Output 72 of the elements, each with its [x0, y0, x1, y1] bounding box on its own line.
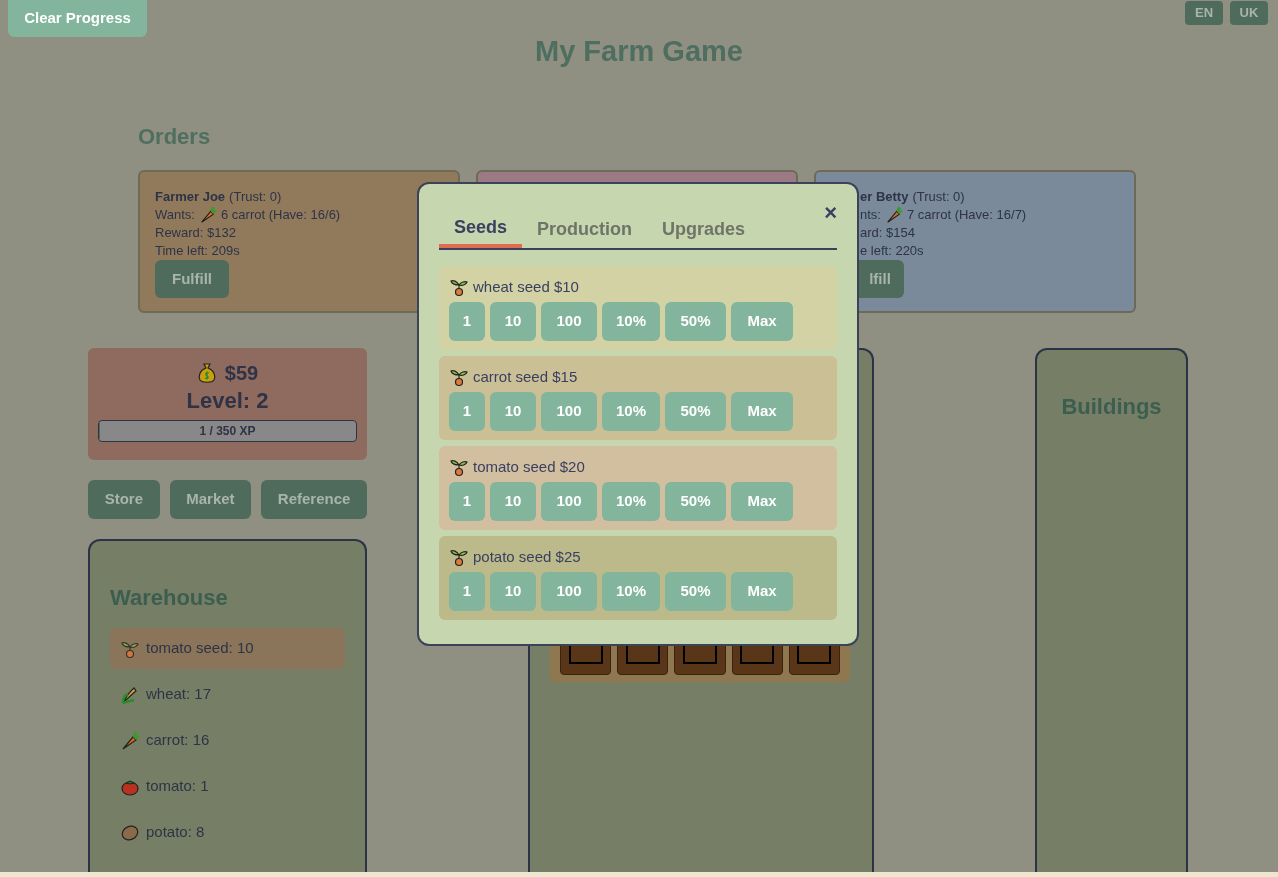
- buy-button[interactable]: 50%: [665, 482, 726, 521]
- buy-button[interactable]: 100: [541, 572, 597, 611]
- carrot-icon: [199, 206, 217, 224]
- language-button[interactable]: UK: [1230, 1, 1268, 25]
- buy-button[interactable]: 10: [490, 572, 536, 611]
- buy-button[interactable]: Max: [731, 392, 793, 431]
- seed-name: carrot seed $15: [473, 366, 578, 387]
- seedling-icon: [449, 277, 469, 297]
- buy-button[interactable]: 100: [541, 392, 597, 431]
- buy-button[interactable]: 10: [490, 302, 536, 341]
- seed-name: wheat seed $10: [473, 276, 579, 297]
- nav-button[interactable]: Reference: [261, 480, 367, 519]
- buy-button[interactable]: 100: [541, 482, 597, 521]
- buy-button[interactable]: 10%: [602, 302, 660, 341]
- buy-button[interactable]: 1: [449, 302, 485, 341]
- orders-heading: Orders: [138, 123, 212, 151]
- reward-text: ard: $154: [860, 224, 916, 242]
- fulfill-button[interactable]: lfill: [856, 260, 904, 298]
- wants-text: 6 carrot (Have: 16/6): [221, 206, 341, 224]
- warehouse-item[interactable]: tomato: 1: [110, 766, 345, 807]
- buy-button[interactable]: 10: [490, 482, 536, 521]
- farmer-name: Farmer Joe: [155, 188, 226, 206]
- reward-text: Reward: $132: [155, 224, 237, 242]
- buy-button[interactable]: Max: [731, 302, 793, 341]
- buy-button[interactable]: Max: [731, 572, 793, 611]
- buy-button[interactable]: 10%: [602, 392, 660, 431]
- buy-button[interactable]: 1: [449, 482, 485, 521]
- seed-name: tomato seed $20: [473, 456, 585, 477]
- buy-button[interactable]: Max: [731, 482, 793, 521]
- nav-button[interactable]: Market: [169, 480, 252, 519]
- seedling-icon: [449, 367, 469, 387]
- seedling-icon: [449, 457, 469, 477]
- wants-label: Wants:: [155, 206, 195, 224]
- dialog-tab[interactable]: Upgrades: [647, 210, 761, 248]
- time-left-text: Time left: 209s: [155, 242, 241, 260]
- carrot-icon: [884, 206, 903, 224]
- farmer-name: er Betty: [860, 188, 909, 206]
- money-bag-icon: [196, 362, 217, 384]
- buy-button[interactable]: 100: [541, 302, 597, 341]
- seedling-icon: [449, 547, 469, 567]
- xp-text: 1 / 350 XP: [198, 423, 257, 440]
- carrot-icon: [120, 730, 140, 751]
- trust-text: (Trust: 0): [229, 188, 282, 206]
- clear-progress-button[interactable]: Clear Progress: [8, 0, 147, 37]
- buy-button[interactable]: 10%: [602, 572, 660, 611]
- buy-button[interactable]: 50%: [665, 302, 726, 341]
- buy-button[interactable]: 50%: [665, 572, 726, 611]
- nav-button[interactable]: Store: [88, 480, 160, 519]
- warehouse-item[interactable]: wheat: 17: [110, 674, 345, 715]
- seed-name: potato seed $25: [473, 546, 581, 567]
- money-text: $59: [224, 361, 259, 386]
- time-left-text: e left: 220s: [860, 242, 925, 260]
- buy-button[interactable]: 50%: [665, 392, 726, 431]
- buy-button[interactable]: 1: [449, 572, 485, 611]
- trust-text: (Trust: 0): [912, 188, 965, 206]
- wants-text: 7 carrot (Have: 16/7): [906, 206, 1027, 224]
- buy-button[interactable]: 10%: [602, 482, 660, 521]
- warehouse-item[interactable]: potato: 8: [110, 812, 345, 853]
- level-text: Level: 2: [186, 388, 269, 414]
- warehouse-item[interactable]: carrot: 16: [110, 720, 345, 761]
- warehouse-heading: Warehouse: [110, 584, 229, 612]
- buy-button[interactable]: 1: [449, 392, 485, 431]
- buy-button[interactable]: 10: [490, 392, 536, 431]
- buildings-heading: Buildings: [1061, 393, 1162, 420]
- fulfill-button[interactable]: Fulfill: [155, 260, 229, 298]
- close-button[interactable]: ×: [824, 200, 837, 226]
- language-button[interactable]: EN: [1185, 1, 1223, 25]
- page-title: My Farm Game: [535, 34, 743, 69]
- dialog-tab[interactable]: Seeds: [439, 210, 523, 248]
- warehouse-item[interactable]: tomato seed: 10: [110, 628, 345, 669]
- wants-label: nts:: [860, 206, 881, 224]
- dialog-tab[interactable]: Production: [522, 210, 648, 248]
